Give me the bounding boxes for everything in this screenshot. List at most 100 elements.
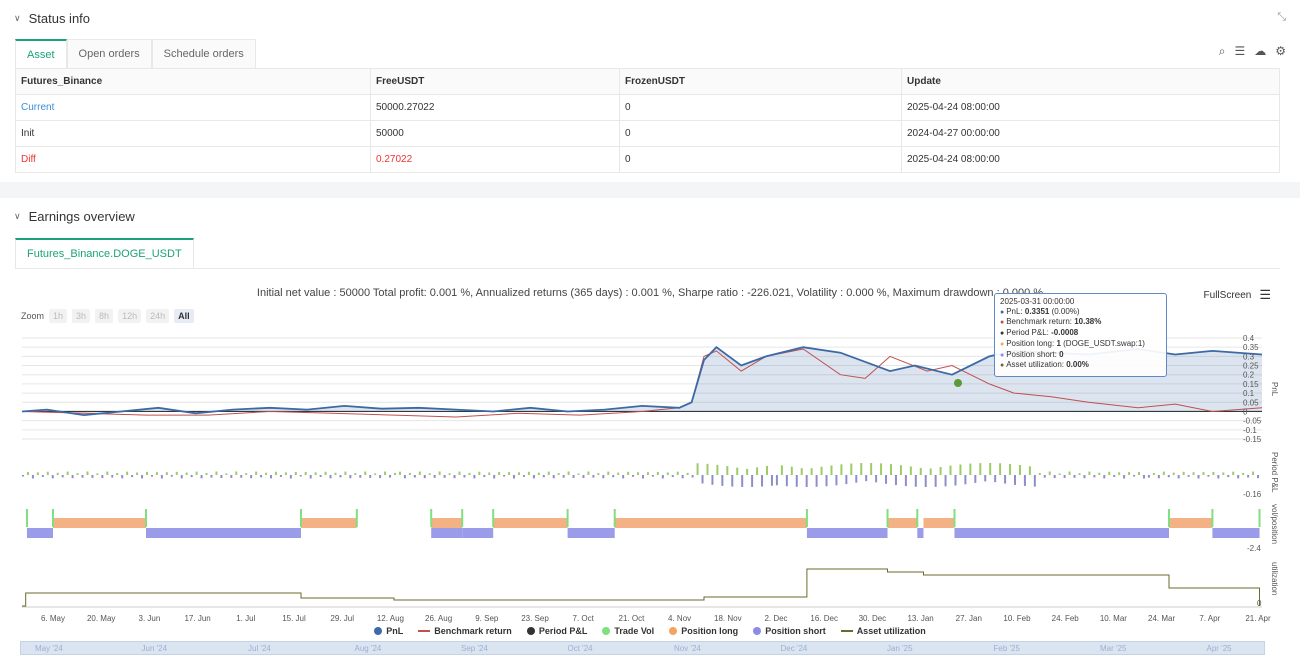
range-navigator[interactable]: May '24 Jun '24 Jul '24 Aug '24 Sep '24 Oct '…	[20, 641, 1265, 655]
period-pnl-bar	[101, 475, 104, 479]
period-pnl-bar	[949, 465, 952, 475]
x-tick-label: 15. Jul	[282, 614, 306, 623]
tooltip-suffix: (0.00%)	[1049, 306, 1080, 316]
period-pnl-bar	[1098, 472, 1101, 475]
legend-label: Period P&L	[538, 626, 588, 636]
period-pnl-bar	[751, 475, 754, 487]
tooltip-label: Position short:	[1006, 349, 1060, 359]
period-pnl-bar	[518, 472, 520, 475]
period-pnl-bar	[974, 475, 977, 483]
table-cell: 0	[619, 146, 902, 173]
trade-vol-bar	[953, 509, 956, 527]
period-pnl-bar	[324, 471, 327, 475]
period-pnl-bar	[81, 475, 84, 478]
period-pnl-bar	[483, 475, 486, 478]
period-pnl-bar	[964, 475, 967, 485]
period-pnl-bar	[825, 475, 828, 487]
trade-vol-bar	[355, 509, 358, 527]
chevron-down-icon[interactable]: ∨	[14, 13, 21, 24]
period-pnl-bar	[577, 473, 580, 475]
period-pnl-bar	[656, 471, 659, 475]
legend-item[interactable]: Period P&L	[526, 626, 588, 636]
period-pnl-bar	[567, 471, 570, 475]
period-pnl-bar	[1232, 471, 1235, 475]
search-icon[interactable]: ⌕	[1219, 44, 1226, 59]
period-pnl-bar	[46, 471, 49, 475]
period-pnl-bar	[503, 475, 506, 477]
period-pnl-bar	[1058, 473, 1061, 475]
period-pnl-bar	[939, 466, 942, 475]
table-cell: 0.27022	[370, 146, 620, 173]
period-pnl-bar	[944, 475, 947, 487]
position-bars: -2.4	[25, 509, 1261, 553]
period-pnl-bar	[840, 464, 843, 475]
period-pnl-bar	[1108, 471, 1111, 475]
period-pnl-bar	[924, 475, 927, 487]
table-cell: 2025-04-24 08:00:00	[901, 146, 1280, 173]
period-pnl-bar	[463, 475, 466, 478]
period-pnl-bar	[785, 475, 788, 487]
legend-marker-icon	[526, 627, 535, 635]
cloud-icon[interactable]: ☁	[1254, 44, 1266, 59]
period-pnl-bar	[1197, 475, 1200, 479]
period-pnl-bar	[1207, 475, 1210, 477]
x-tick-label: 10. Mar	[1100, 614, 1127, 623]
period-pnl-bar	[126, 471, 129, 475]
position-short-bar	[26, 528, 53, 538]
period-pnl-bar	[1014, 475, 1016, 485]
x-tick-label: 26. Aug	[425, 614, 452, 623]
y-tick-label: 0.4	[1243, 334, 1255, 343]
period-pnl-bar	[885, 475, 888, 484]
earnings-chart[interactable]: 0.40.350.30.250.20.150.10.050-0.05-0.1-0…	[0, 198, 1300, 655]
list-icon[interactable]: ☰	[1234, 44, 1245, 59]
period-pnl-bar	[979, 463, 982, 475]
period-pnl-bar	[850, 463, 853, 475]
period-pnl-bar	[319, 475, 322, 477]
legend-item[interactable]: Position short	[753, 626, 826, 636]
period-pnl-bar	[607, 471, 610, 475]
period-pnl-bar	[240, 475, 243, 478]
position-short-bar	[462, 528, 494, 538]
position-long-bar	[493, 518, 568, 528]
y-tick-label: 0.3	[1243, 352, 1255, 361]
axis-labels: PnL Period P&L vol/position utilization	[1270, 382, 1279, 595]
period-pnl-bar	[810, 468, 813, 475]
period-pnl-bar	[220, 475, 223, 479]
tab-asset[interactable]: Asset	[15, 39, 67, 68]
x-tick-label: 18. Nov	[714, 614, 742, 623]
period-pnl-bar	[999, 463, 1002, 475]
period-pnl-bar	[91, 475, 94, 478]
x-tick-label: 27. Jan	[956, 614, 982, 623]
gear-icon[interactable]: ⚙	[1275, 44, 1286, 59]
tooltip-label: Benchmark return:	[1006, 317, 1075, 327]
legend-item[interactable]: Benchmark return	[418, 626, 512, 636]
tooltip-date: 2025-03-31 00:00:00	[1000, 297, 1075, 306]
expand-icon[interactable]: ⤡	[1277, 11, 1286, 24]
legend-item[interactable]: PnL	[374, 626, 403, 636]
period-pnl-bar	[1038, 472, 1041, 475]
tab-open-orders[interactable]: Open orders	[66, 39, 152, 68]
tooltip-label: PnL:	[1006, 306, 1025, 316]
period-pnl-bar	[770, 475, 773, 486]
column-header: FreeUSDT	[370, 68, 620, 95]
period-pnl-bar	[919, 467, 922, 475]
period-pnl-bar	[612, 475, 615, 478]
period-pnl-bar	[31, 475, 34, 479]
status-header[interactable]: ∨ Status info	[14, 11, 90, 26]
period-pnl-bar	[557, 473, 560, 475]
y-tick-label: -0.15	[1243, 435, 1262, 444]
period-axis-label: Period P&L	[1270, 452, 1279, 493]
tab-schedule-orders[interactable]: Schedule orders	[151, 39, 256, 68]
legend-item[interactable]: Position long	[669, 626, 738, 636]
period-pnl-bar	[815, 475, 818, 487]
period-pnl-bar	[726, 466, 729, 475]
period-pnl-bar	[830, 465, 833, 475]
period-pnl-bar	[721, 475, 724, 486]
period-pnl-bar	[537, 472, 540, 475]
trade-vol-bar	[1168, 509, 1170, 527]
legend-item[interactable]: Asset utilization	[840, 626, 926, 636]
period-pnl-bar	[1182, 471, 1185, 475]
period-pnl-bar	[1133, 475, 1136, 477]
position-short-bar	[146, 528, 301, 538]
legend-item[interactable]: Trade Vol	[602, 626, 654, 636]
